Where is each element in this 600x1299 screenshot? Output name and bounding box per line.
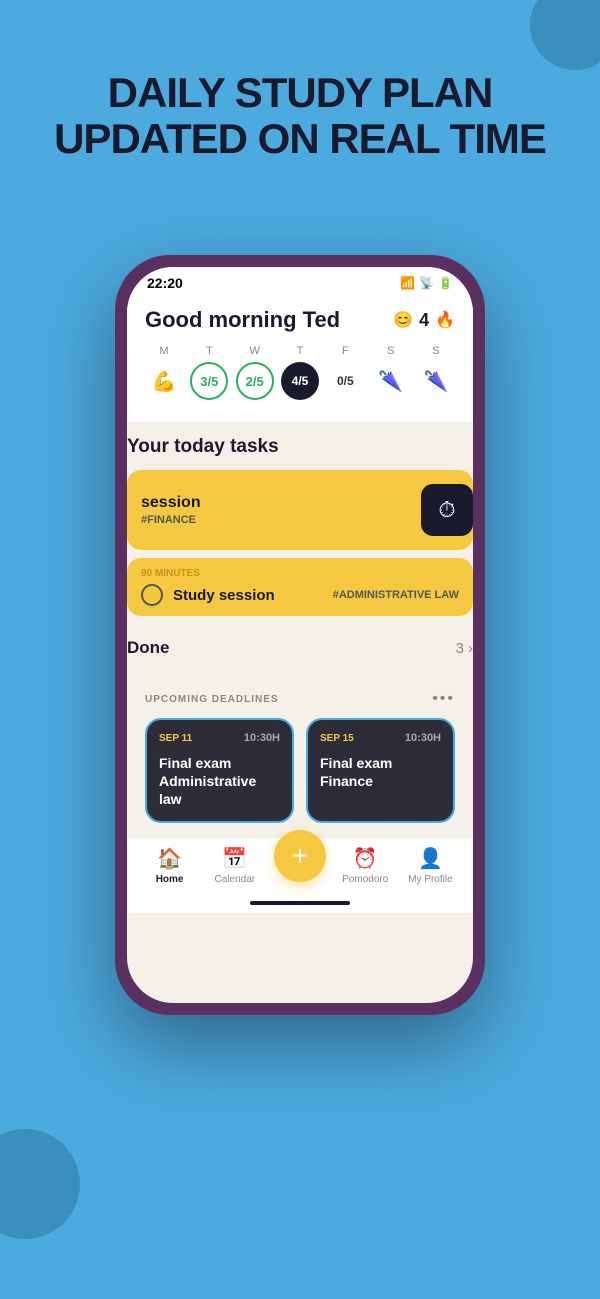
task-pending-tag: #ADMINISTRATIVE LAW bbox=[333, 589, 459, 601]
upcoming-section: UPCOMING DEADLINES ••• SEP 11 10:30H Fin… bbox=[127, 680, 473, 823]
day-col-tue: T 3/5 bbox=[190, 345, 228, 400]
day-item-thu[interactable]: 4/5 bbox=[281, 362, 319, 400]
task-active-left: session #FINANCE bbox=[141, 494, 201, 526]
upcoming-dots[interactable]: ••• bbox=[432, 690, 455, 708]
upcoming-header: UPCOMING DEADLINES ••• bbox=[145, 690, 455, 708]
calendar-label: Calendar bbox=[215, 874, 256, 885]
task-card-pending[interactable]: 90 MINUTES Study session #ADMINISTRATIVE… bbox=[127, 558, 473, 616]
bg-decoration-bottom bbox=[0, 1129, 80, 1239]
task-active-tag: #FINANCE bbox=[141, 514, 201, 526]
task-active-title: session bbox=[141, 494, 201, 512]
status-time: 22:20 bbox=[147, 275, 183, 291]
home-label: Home bbox=[156, 874, 184, 885]
profile-label: My Profile bbox=[408, 874, 452, 885]
pomodoro-label: Pomodoro bbox=[342, 874, 388, 885]
day-col-sat: S 🌂 bbox=[372, 345, 410, 400]
day-col-mon: M 💪 bbox=[145, 345, 183, 400]
day-col-wed: W 2/5 bbox=[236, 345, 274, 400]
deadlines-row: SEP 11 10:30H Final exam Administrative … bbox=[145, 718, 455, 823]
calendar-icon: 📅 bbox=[222, 846, 247, 871]
bg-decoration-top bbox=[530, 0, 600, 70]
fab-plus-icon: + bbox=[292, 840, 308, 872]
bottom-nav: 🏠 Home 📅 Calendar + ⏰ Pomodoro 👤 My Prof… bbox=[127, 837, 473, 895]
header-tagline: DAILY STUDY PLAN UPDATED ON REAL TIME bbox=[0, 70, 600, 162]
home-icon: 🏠 bbox=[157, 846, 182, 871]
timer-icon: ⏱ bbox=[438, 497, 455, 523]
done-count-row: 3 › bbox=[456, 640, 473, 657]
nav-item-fab[interactable]: + bbox=[267, 848, 332, 882]
nav-item-home[interactable]: 🏠 Home bbox=[137, 846, 202, 885]
signal-icon: 📶 bbox=[400, 276, 415, 290]
deadline-top-1: SEP 11 10:30H bbox=[159, 732, 280, 744]
task-timer-button[interactable]: ⏱ bbox=[421, 484, 473, 536]
done-row[interactable]: Done 3 › bbox=[127, 624, 473, 666]
nav-item-pomodoro[interactable]: ⏰ Pomodoro bbox=[333, 846, 398, 885]
profile-icon: 👤 bbox=[418, 846, 443, 871]
task-card-active[interactable]: session #FINANCE ⏱ bbox=[127, 470, 473, 550]
deadline-time-1: 10:30H bbox=[244, 732, 280, 744]
header-line2: UPDATED ON REAL TIME bbox=[30, 116, 570, 162]
deadline-date-1: SEP 11 bbox=[159, 733, 192, 744]
week-calendar: M 💪 T 3/5 W 2/5 T 4/5 F 0/5 bbox=[145, 345, 455, 412]
deadline-title-2: Final exam Finance bbox=[320, 754, 441, 790]
fab-button[interactable]: + bbox=[274, 830, 326, 882]
header-line1: DAILY STUDY PLAN bbox=[30, 70, 570, 116]
task-minutes: 90 MINUTES bbox=[141, 568, 459, 579]
status-bar: 22:20 📶 📡 🔋 bbox=[127, 267, 473, 297]
app-content: Good morning Ted 😊 4 🔥 M 💪 T 3/5 bbox=[127, 297, 473, 422]
phone-screen: 22:20 📶 📡 🔋 Good morning Ted 😊 4 🔥 bbox=[127, 267, 473, 1003]
day-col-fri: F 0/5 bbox=[326, 345, 364, 400]
pomodoro-icon: ⏰ bbox=[353, 846, 378, 871]
streak-count: 4 bbox=[419, 310, 429, 331]
day-label-tue: T bbox=[206, 345, 213, 357]
day-label-sat: S bbox=[387, 345, 394, 357]
done-chevron: › bbox=[468, 640, 473, 657]
greeting-text: Good morning Ted bbox=[145, 307, 340, 333]
day-item-sat[interactable]: 🌂 bbox=[372, 362, 410, 400]
tasks-section-title: Your today tasks bbox=[127, 436, 473, 458]
day-label-wed: W bbox=[249, 345, 259, 357]
task-pending-row: Study session #ADMINISTRATIVE LAW bbox=[141, 584, 459, 606]
deadline-time-2: 10:30H bbox=[405, 732, 441, 744]
done-label: Done bbox=[127, 638, 170, 658]
fire-emoji: 🔥 bbox=[435, 310, 455, 330]
deadline-card-1[interactable]: SEP 11 10:30H Final exam Administrative … bbox=[145, 718, 294, 823]
deadline-title-1: Final exam Administrative law bbox=[159, 754, 280, 809]
deadline-date-2: SEP 15 bbox=[320, 733, 354, 744]
phone-frame: 22:20 📶 📡 🔋 Good morning Ted 😊 4 🔥 bbox=[115, 255, 485, 1015]
day-item-tue[interactable]: 3/5 bbox=[190, 362, 228, 400]
task-check-circle[interactable] bbox=[141, 584, 163, 606]
day-col-thu: T 4/5 bbox=[281, 345, 319, 400]
deadline-top-2: SEP 15 10:30H bbox=[320, 732, 441, 744]
day-col-sun: S 🌂 bbox=[417, 345, 455, 400]
status-icons: 📶 📡 🔋 bbox=[400, 276, 453, 290]
home-indicator bbox=[127, 895, 473, 913]
greeting-row: Good morning Ted 😊 4 🔥 bbox=[145, 297, 455, 345]
day-label-thu: T bbox=[297, 345, 304, 357]
task-pending-title: Study session bbox=[173, 587, 275, 604]
nav-item-calendar[interactable]: 📅 Calendar bbox=[202, 846, 267, 885]
done-count: 3 bbox=[456, 640, 464, 657]
wifi-icon: 📡 bbox=[419, 276, 434, 290]
day-item-sun[interactable]: 🌂 bbox=[417, 362, 455, 400]
nav-item-profile[interactable]: 👤 My Profile bbox=[398, 846, 463, 885]
day-label-mon: M bbox=[159, 345, 168, 357]
home-indicator-bar bbox=[250, 901, 350, 905]
battery-icon: 🔋 bbox=[438, 276, 453, 290]
day-label-fri: F bbox=[342, 345, 349, 357]
tasks-section: Your today tasks session #FINANCE ⏱ 90 M… bbox=[127, 422, 473, 680]
day-item-mon[interactable]: 💪 bbox=[145, 362, 183, 400]
upcoming-title: UPCOMING DEADLINES bbox=[145, 694, 279, 705]
greeting-emoji: 😊 bbox=[393, 310, 413, 330]
day-item-wed[interactable]: 2/5 bbox=[236, 362, 274, 400]
day-label-sun: S bbox=[432, 345, 439, 357]
deadline-card-2[interactable]: SEP 15 10:30H Final exam Finance bbox=[306, 718, 455, 823]
greeting-right: 😊 4 🔥 bbox=[393, 310, 455, 331]
day-item-fri[interactable]: 0/5 bbox=[326, 362, 364, 400]
